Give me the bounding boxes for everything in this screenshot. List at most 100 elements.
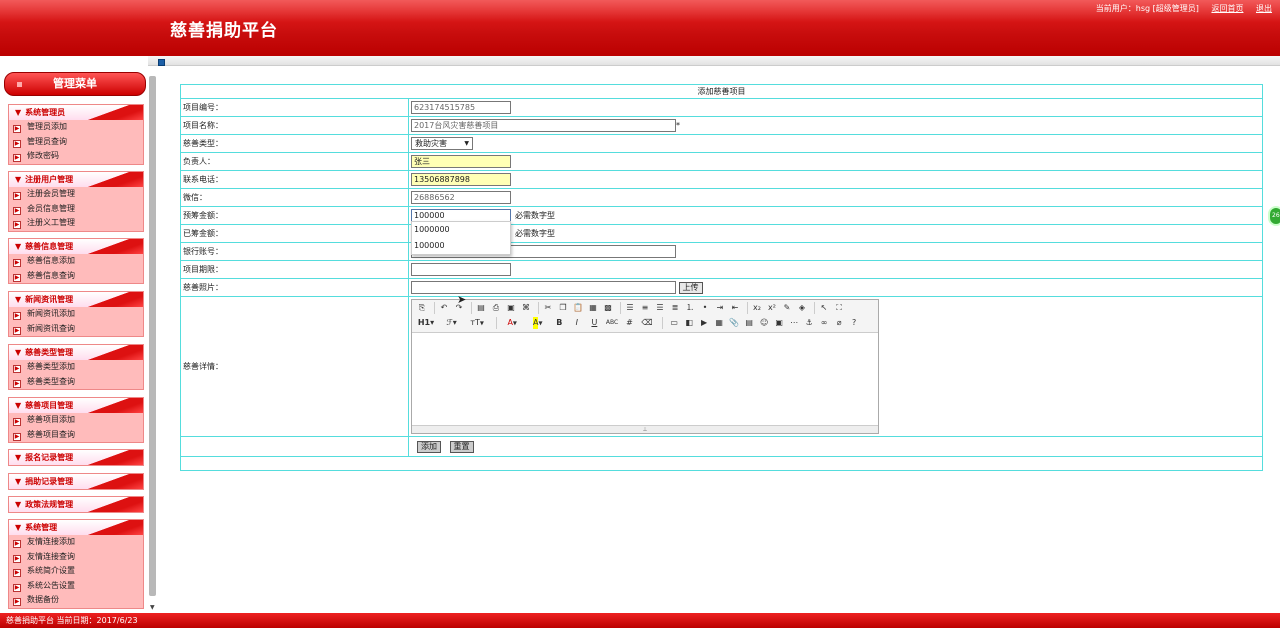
paste-icon[interactable]: 📋	[572, 302, 584, 314]
home-link[interactable]: 返回首页	[1211, 4, 1243, 13]
link-icon[interactable]: ∞	[818, 317, 830, 329]
sidebar-item[interactable]: ▶ 新闻资讯添加	[9, 307, 143, 322]
floating-badge[interactable]: 26	[1268, 206, 1280, 226]
autocomplete-option[interactable]: 100000	[412, 238, 510, 254]
image-icon[interactable]: ▭	[668, 317, 680, 329]
sidebar-item[interactable]: ▶ 系统公告设置	[9, 579, 143, 594]
add-button[interactable]: 添加	[417, 440, 441, 453]
sidebar-group-header[interactable]: ▼ 报名记录管理	[9, 450, 143, 465]
person-input[interactable]: 张三	[411, 155, 511, 168]
sidebar-item[interactable]: ▶ 新闻资讯查询	[9, 322, 143, 337]
table-icon[interactable]: ▦	[713, 317, 725, 329]
bold-button[interactable]: B	[553, 317, 565, 329]
flash-icon[interactable]: ◧	[683, 317, 695, 329]
scrollbar-thumb[interactable]	[149, 76, 156, 596]
sidebar-item[interactable]: ▶ 慈善项目添加	[9, 413, 143, 428]
highlight-button[interactable]: A▾	[528, 317, 548, 329]
underline-button[interactable]: U	[588, 317, 600, 329]
sidebar-group-header[interactable]: ▼ 慈善类型管理	[9, 345, 143, 360]
sidebar-item[interactable]: ▶ 慈善信息添加	[9, 254, 143, 269]
font-color-button[interactable]: A▾	[502, 317, 522, 329]
editor-body[interactable]	[412, 333, 878, 423]
italic-button[interactable]: I	[571, 317, 583, 329]
select-all-icon[interactable]: ◈	[796, 302, 808, 314]
sidebar-item[interactable]: ▶ 管理员添加	[9, 120, 143, 135]
pagebreak-icon[interactable]: ⋯	[788, 317, 800, 329]
sidebar-item[interactable]: ▶ 管理员查询	[9, 135, 143, 150]
clear-format-icon[interactable]: ✎	[781, 302, 793, 314]
template-icon[interactable]: ▤	[475, 302, 487, 314]
outdent-icon[interactable]: ⇤	[729, 302, 741, 314]
paste-word-icon[interactable]: ▩	[602, 302, 614, 314]
align-center-icon[interactable]: ≡	[639, 302, 651, 314]
sidebar-item[interactable]: ▶ 注册义工管理	[9, 216, 143, 231]
map-icon[interactable]: ▣	[773, 317, 785, 329]
project-name-input[interactable]: 2017台风灾害慈善项目	[411, 119, 676, 132]
subscript-icon[interactable]: x₂	[751, 302, 763, 314]
justify-icon[interactable]: ≣	[669, 302, 681, 314]
font-family-button[interactable]: ℱ▾	[442, 317, 462, 329]
preview-icon[interactable]: ▣	[505, 302, 517, 314]
media-icon[interactable]: ▶	[698, 317, 710, 329]
sidebar-group-header[interactable]: ▼ 系统管理	[9, 520, 143, 535]
sidebar-item[interactable]: ▶ 友情连接查询	[9, 550, 143, 565]
logout-link[interactable]: 退出	[1256, 4, 1272, 13]
project-no-input[interactable]: 623174515785	[411, 101, 511, 114]
pointer-icon[interactable]: ↖	[818, 302, 830, 314]
ul-icon[interactable]: •	[699, 302, 711, 314]
sidebar-group-header[interactable]: ▼ 慈善项目管理	[9, 398, 143, 413]
upload-button[interactable]: 上传	[678, 281, 703, 294]
fullscreen-icon[interactable]: ⛶	[833, 302, 845, 314]
cut-icon[interactable]: ✂	[542, 302, 554, 314]
rule-icon[interactable]: ▤	[743, 317, 755, 329]
sidebar-item[interactable]: ▶ 慈善项目查询	[9, 428, 143, 443]
sidebar-group-header[interactable]: ▼ 政策法规管理	[9, 497, 143, 512]
autocomplete-option[interactable]: 1000000	[412, 222, 510, 238]
sidebar-group-header[interactable]: ▼ 慈善信息管理	[9, 239, 143, 254]
sidebar-item[interactable]: ▶ 友情连接添加	[9, 535, 143, 550]
align-right-icon[interactable]: ☰	[654, 302, 666, 314]
sidebar-scrollbar[interactable]: ▼	[148, 68, 158, 613]
heading-button[interactable]: H1▾	[416, 317, 436, 329]
ol-icon[interactable]: ⒈	[684, 302, 696, 314]
period-input[interactable]	[411, 263, 511, 276]
sidebar-item[interactable]: ▶ 系统简介设置	[9, 564, 143, 579]
wechat-input[interactable]: 26886562	[411, 191, 511, 204]
sidebar-item[interactable]: ▶ 慈善类型添加	[9, 360, 143, 375]
editor-resize-bar[interactable]: ⟂	[412, 425, 878, 433]
paste-text-icon[interactable]: ▦	[587, 302, 599, 314]
print-icon[interactable]: ⎙	[490, 302, 502, 314]
sidebar-group-header[interactable]: ▼ 捐助记录管理	[9, 474, 143, 489]
sidebar-item[interactable]: ▶ 慈善信息查询	[9, 269, 143, 284]
sidebar-item[interactable]: ▶ 修改密码	[9, 149, 143, 164]
emoticon-icon[interactable]: ☺	[758, 317, 770, 329]
copy-icon[interactable]: ❐	[557, 302, 569, 314]
charity-type-select[interactable]: 救助灾害 ▼	[411, 137, 473, 150]
collapse-icon[interactable]	[158, 59, 165, 66]
undo-icon[interactable]: ↶	[438, 302, 450, 314]
sidebar-item[interactable]: ▶ 慈善类型查询	[9, 375, 143, 390]
hr-button[interactable]: #	[623, 317, 635, 329]
attachment-icon[interactable]: 📎	[728, 317, 740, 329]
code-icon[interactable]: ⌘	[520, 302, 532, 314]
sidebar-group-header[interactable]: ▼ 注册用户管理	[9, 172, 143, 187]
scroll-down-arrow-icon[interactable]: ▼	[150, 604, 155, 611]
superscript-icon[interactable]: x²	[766, 302, 778, 314]
phone-input[interactable]: 13506887898	[411, 173, 511, 186]
strikethrough-button[interactable]: ABC	[606, 317, 618, 329]
source-icon[interactable]: ⎘	[416, 302, 428, 314]
reset-button[interactable]: 重置	[449, 440, 474, 453]
anchor-icon[interactable]: ⚓	[803, 317, 815, 329]
sidebar-item[interactable]: ▶ 注册会员管理	[9, 187, 143, 202]
help-icon[interactable]: ?	[848, 317, 860, 329]
font-size-button[interactable]: ᴛT▾	[467, 317, 487, 329]
sidebar-group-header[interactable]: ▼ 新闻资讯管理	[9, 292, 143, 307]
photo-input[interactable]	[411, 281, 676, 294]
sidebar-item[interactable]: ▶ 会员信息管理	[9, 202, 143, 217]
sidebar-group-header[interactable]: ▼ 系统管理员	[9, 105, 143, 120]
sidebar-item[interactable]: ▶ 数据备份	[9, 593, 143, 608]
indent-icon[interactable]: ⇥	[714, 302, 726, 314]
unlink-icon[interactable]: ⌀	[833, 317, 845, 329]
align-left-icon[interactable]: ☰	[624, 302, 636, 314]
eraser-icon[interactable]: ⌫	[641, 317, 653, 329]
